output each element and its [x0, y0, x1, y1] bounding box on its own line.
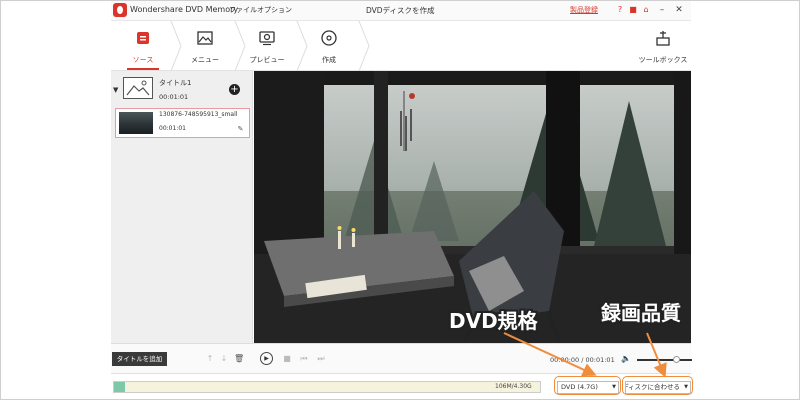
dvd-type-highlight: [554, 376, 621, 395]
quality-highlight: [622, 376, 693, 395]
annotation-record-quality: 録画品質: [601, 301, 681, 325]
annotation-dvd-spec: DVD規格: [449, 309, 538, 333]
annotation-arrows: [503, 332, 667, 378]
app-window: Wondershare DVD Memory ファイル オプション DVDディス…: [0, 0, 800, 400]
